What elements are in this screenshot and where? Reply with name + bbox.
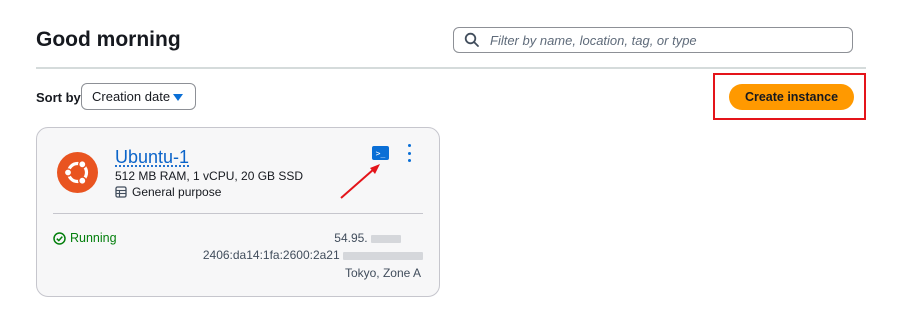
plan-type: General purpose: [115, 185, 221, 199]
general-purpose-icon: [115, 186, 127, 198]
instance-location: Tokyo, Zone A: [344, 266, 421, 280]
ipv4-text: 54.95.: [334, 231, 368, 245]
redacted-block: [371, 234, 401, 243]
status-label: Running: [70, 231, 117, 245]
search-input[interactable]: [488, 31, 852, 49]
page-title: Good morning: [36, 28, 181, 51]
ubuntu-logo: [57, 152, 98, 193]
ipv6-address: 2406:da14:1fa:2600:2a21: [203, 248, 423, 262]
status-badge: Running: [53, 231, 117, 245]
more-options-icon[interactable]: [405, 144, 413, 162]
sort-label: Sort by: [36, 90, 81, 105]
search-icon: [464, 32, 479, 47]
sort-selected-value: Creation date: [92, 89, 171, 104]
search-box[interactable]: [453, 27, 853, 53]
create-instance-button[interactable]: Create instance: [729, 84, 854, 110]
ipv4-address: 54.95.: [334, 231, 401, 245]
plan-type-label: General purpose: [132, 185, 222, 199]
instance-name-link[interactable]: Ubuntu-1: [115, 147, 189, 168]
caret-down-icon: [173, 94, 183, 101]
annotation-arrow: [340, 164, 380, 199]
sort-select[interactable]: Creation date: [81, 83, 196, 110]
check-circle-icon: [53, 231, 66, 245]
header-divider: [36, 67, 866, 69]
terminal-icon[interactable]: >_: [372, 146, 389, 160]
instance-specs: 512 MB RAM, 1 vCPU, 20 GB SSD: [115, 169, 304, 183]
ipv6-text: 2406:da14:1fa:2600:2a21: [202, 248, 340, 262]
instance-card: Ubuntu-1 512 MB RAM, 1 vCPU, 20 GB SSD G…: [36, 127, 440, 297]
card-divider: [53, 213, 423, 214]
redacted-block: [343, 251, 423, 260]
